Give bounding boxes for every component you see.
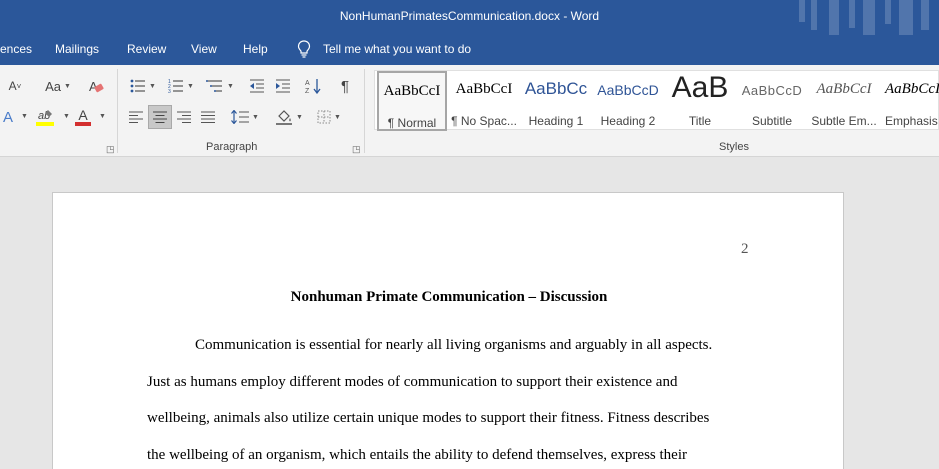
style-name: Title <box>688 114 712 128</box>
change-case-button[interactable]: Aa ▼ <box>40 75 76 97</box>
bullets-icon <box>130 79 146 93</box>
style-heading-2[interactable]: AaBbCcD Heading 2 <box>593 71 663 131</box>
style-normal[interactable]: AaBbCcI ¶ Normal <box>377 71 447 131</box>
pilcrow-icon: ¶ <box>340 77 350 95</box>
numbering-icon: 1 2 3 <box>168 79 184 93</box>
font-color-icon: A <box>78 107 88 123</box>
title-bar: NonHumanPrimatesCommunication.docx - Wor… <box>0 0 939 35</box>
style-sample: AaBbCcI <box>383 83 441 99</box>
paragraph-dialog-launcher-icon[interactable]: ◳ <box>352 144 361 155</box>
paragraph-line: Communication is essential for nearly al… <box>195 337 713 353</box>
decrease-indent-icon <box>250 79 264 93</box>
paragraph-line: the wellbeing of an organism, which enta… <box>147 447 687 463</box>
style-name: Heading 2 <box>600 114 656 128</box>
style-sample: AaBbCcI <box>885 81 939 97</box>
ribbon-home: A ˅ Aa ▼ A A ▼ ab ▼ A ▼ ◳ ▼ 1 2 3 ▼ ▼ A … <box>0 65 939 157</box>
style-title[interactable]: AaB Title <box>665 71 735 131</box>
paragraph-line: Just as humans employ different modes of… <box>147 374 678 390</box>
styles-group-label: Styles <box>719 141 749 153</box>
tab-help[interactable]: Help <box>243 42 268 56</box>
tab-review[interactable]: Review <box>127 42 166 56</box>
style-name: ¶ No Spac... <box>451 114 517 128</box>
svg-text:A: A <box>305 80 310 87</box>
align-right-icon <box>177 111 191 123</box>
style-emphasis[interactable]: AaBbCcI Emphasis <box>881 71 939 131</box>
borders-button[interactable]: ▼ <box>312 105 346 129</box>
paragraph-line: wellbeing, animals also utilize certain … <box>147 410 710 426</box>
show-formatting-marks-button[interactable]: ¶ <box>334 75 356 97</box>
multilevel-list-icon <box>206 80 223 92</box>
tab-references[interactable]: ences <box>0 42 32 56</box>
text-effects-button[interactable]: A <box>0 105 16 129</box>
multilevel-list-button[interactable]: ▼ <box>202 75 238 97</box>
svg-text:Z: Z <box>305 88 310 94</box>
style-subtle-emphasis[interactable]: AaBbCcI Subtle Em... <box>809 71 879 131</box>
decrease-indent-button[interactable] <box>246 75 268 97</box>
font-color-button[interactable]: A <box>72 105 94 129</box>
tab-view[interactable]: View <box>191 42 217 56</box>
line-spacing-button[interactable]: ▼ <box>228 105 262 129</box>
align-left-icon <box>129 111 143 123</box>
shading-button[interactable]: ▼ <box>272 105 306 129</box>
increase-indent-icon <box>276 79 290 93</box>
highlight-dropdown-icon[interactable]: ▼ <box>63 113 70 120</box>
document-page[interactable]: 2 Nonhuman Primate Communication – Discu… <box>52 192 844 469</box>
justify-icon <box>201 111 215 123</box>
justify-button[interactable] <box>198 105 218 129</box>
text-effects-dropdown-icon[interactable]: ▼ <box>21 113 28 120</box>
align-center-icon <box>153 111 167 123</box>
borders-icon <box>317 110 331 124</box>
title-bar-decoration <box>799 0 929 35</box>
group-separator <box>117 69 118 153</box>
style-sample: AaBbCcD <box>597 82 659 98</box>
style-name: Heading 1 <box>528 114 584 128</box>
style-sample: AaBbCcI <box>816 81 872 97</box>
document-canvas: 2 Nonhuman Primate Communication – Discu… <box>0 157 939 469</box>
page-number: 2 <box>741 241 749 257</box>
style-sample: AaB <box>671 71 729 104</box>
ribbon-tabs: ences Mailings Review View Help Tell me … <box>0 35 939 65</box>
align-right-button[interactable] <box>174 105 194 129</box>
font-color-bar <box>75 122 91 126</box>
font-dialog-launcher-icon[interactable]: ◳ <box>106 144 115 155</box>
highlighter-icon: ab <box>38 110 52 122</box>
numbering-button[interactable]: 1 2 3 ▼ <box>164 75 198 97</box>
tab-mailings[interactable]: Mailings <box>55 42 99 56</box>
style-name: ¶ Normal <box>387 116 437 130</box>
style-heading-1[interactable]: AaBbCc Heading 1 <box>521 71 591 131</box>
svg-text:3: 3 <box>168 89 171 93</box>
style-sample: AaBbCc <box>524 79 588 98</box>
sort-icon: A Z <box>305 79 321 94</box>
style-name: Emphasis <box>885 114 938 128</box>
styles-gallery: AaBbCcI ¶ Normal AaBbCcI ¶ No Spac... Aa… <box>374 70 939 131</box>
style-name: Subtitle <box>751 114 793 128</box>
tell-me-text: Tell me what you want to do <box>323 42 472 56</box>
style-subtitle[interactable]: AaBbCcD Subtitle <box>737 71 807 131</box>
clear-formatting-icon: A <box>89 79 104 94</box>
bullets-button[interactable]: ▼ <box>126 75 160 97</box>
style-name: Subtle Em... <box>811 114 877 128</box>
paint-bucket-icon <box>276 110 293 125</box>
line-spacing-icon <box>231 110 250 124</box>
text-effects-icon: A <box>2 108 13 126</box>
lightbulb-icon <box>297 40 311 58</box>
font-color-dropdown-icon[interactable]: ▼ <box>99 113 106 120</box>
highlight-color-button[interactable]: ab <box>32 105 58 129</box>
align-center-button[interactable] <box>148 105 172 129</box>
align-left-button[interactable] <box>126 105 146 129</box>
paragraph-group-label: Paragraph <box>206 141 258 153</box>
style-sample: AaBbCcD <box>741 83 803 98</box>
document-title: Nonhuman Primate Communication – Discuss… <box>290 289 608 305</box>
group-separator <box>364 69 365 153</box>
clear-formatting-button[interactable]: A <box>84 75 108 97</box>
shrink-font-icon: A <box>8 79 17 93</box>
style-no-spacing[interactable]: AaBbCcI ¶ No Spac... <box>449 71 519 131</box>
tell-me-box[interactable]: Tell me what you want to do <box>297 40 471 58</box>
sort-button[interactable]: A Z <box>302 75 324 97</box>
grow-shrink-font-button[interactable]: A ˅ <box>0 75 30 97</box>
style-sample: AaBbCcI <box>455 81 513 97</box>
change-case-icon: Aa <box>45 78 61 94</box>
highlight-color-bar <box>36 122 54 126</box>
increase-indent-button[interactable] <box>272 75 294 97</box>
